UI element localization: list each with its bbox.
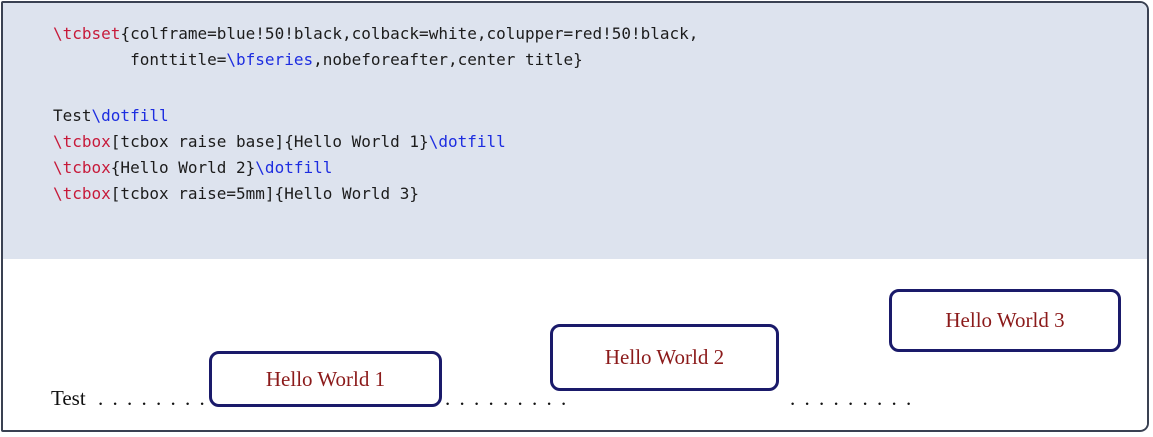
output-test-label: Test [51,386,86,410]
code-line-4: \tcbox[tcbox raise base]{Hello World 1}\… [53,130,506,154]
code-line-6: \tcbox[tcbox raise=5mm]{Hello World 3} [53,182,419,206]
hello-world-2-box: Hello World 2 [550,324,779,391]
code-keyword: \tcbset [53,24,121,43]
code-command: \dotfill [428,132,506,151]
code-keyword: \tcbox [53,158,111,177]
code-command: \bfseries [226,50,314,69]
hello-world-1-text: Hello World 1 [265,366,386,391]
code-text: {Hello World 2} [110,158,256,177]
code-line-1: \tcbset{colframe=blue!50!black,colback=w… [53,22,698,46]
code-keyword: \tcbox [53,184,111,203]
code-line-5: \tcbox{Hello World 2}\dotfill [53,156,332,180]
code-keyword: \tcbox [53,132,111,151]
hello-world-2-text: Hello World 2 [604,345,725,369]
code-text: Test [53,106,92,125]
code-listing: \tcbset{colframe=blue!50!black,colback=w… [3,3,698,203]
code-text: {colframe=blue!50!black,colback=white,co… [120,24,699,43]
rendered-output-panel: Test . . . . . . . . . Hello World 1 . .… [3,259,1147,430]
code-listing-panel: \tcbset{colframe=blue!50!black,colback=w… [3,3,1147,259]
code-line-3: Test\dotfill [53,104,169,128]
example-box: \tcbset{colframe=blue!50!black,colback=w… [1,1,1149,432]
code-text: [tcbox raise=5mm]{Hello World 3} [110,184,420,203]
hello-world-3-text: Hello World 3 [945,308,1065,332]
code-text: fonttitle= [53,50,227,69]
code-command: \dotfill [255,158,333,177]
dotfill-2: . . . . . . . . . [445,386,569,410]
code-text: [tcbox raise base]{Hello World 1} [110,132,429,151]
hello-world-3-box: Hello World 3 [889,289,1121,352]
dotfill-1: . . . . . . . . . [98,386,222,410]
code-command: \dotfill [91,106,169,125]
dotfill-3: . . . . . . . . . [790,386,914,410]
hello-world-1-box: Hello World 1 [209,351,442,407]
code-line-2: fonttitle=\bfseries,nobeforeafter,center… [53,48,583,72]
code-text: ,nobeforeafter,center title} [313,50,583,69]
